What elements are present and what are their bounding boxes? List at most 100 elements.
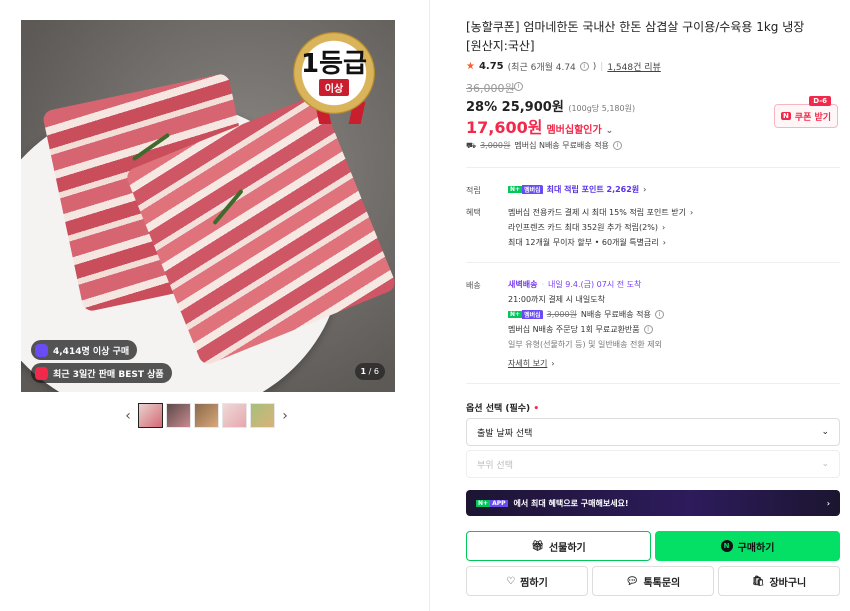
points-text: 최대 적립 포인트 2,262원 xyxy=(546,185,640,194)
option-label-text: 옵션 선택 (필수) xyxy=(466,404,531,414)
review-count-link[interactable]: 1,548건 리뷰 xyxy=(607,60,660,73)
divider xyxy=(466,167,840,168)
chat-bubble-icon: 💬︎ xyxy=(625,575,639,587)
coupon-dday: D-6 xyxy=(809,96,831,106)
wish-button[interactable]: ♡ 찜하기 xyxy=(466,566,588,596)
date-select-text: 출발 날짜 선택 xyxy=(477,428,533,439)
part-select-text: 부위 선택 xyxy=(477,460,513,471)
required-mark: • xyxy=(533,404,540,414)
free-ship-strike: 3,000원 xyxy=(546,310,577,319)
benefit-line-3[interactable]: 최대 12개월 무이자 할부 • 60개월 특별금리 › xyxy=(508,237,666,248)
buy-label: 구매하기 xyxy=(737,542,775,554)
sale-price-row: 28% 25,900원 (100g당 5,180원) xyxy=(466,96,635,115)
thumbnail-5[interactable] xyxy=(250,403,275,428)
product-title: [농할쿠폰] 엄마네한돈 국내산 한돈 삼겹살 구이용/수육용 1kg 냉장 [… xyxy=(466,20,805,53)
gift-label: 선물하기 xyxy=(548,542,586,554)
date-select[interactable]: 출발 날짜 선택 ⌄ xyxy=(466,418,840,446)
shipping-row: ⛟ 3,000원 멤버십 N배송 무료배송 적용 i xyxy=(466,140,622,151)
divider: | xyxy=(600,61,604,72)
fresh-delivery-eta: 내일 9.4.(금) 07시 전 도착 xyxy=(548,280,642,289)
product-main-image[interactable]: 1등급 이상 4,414명 이상 구매 최근 3일간 판매 BEST 상품 1 … xyxy=(21,20,395,392)
wish-label: 찜하기 xyxy=(520,577,548,589)
star-icon: ★ xyxy=(466,61,475,72)
points-line[interactable]: N+ 멤버십 최대 적립 포인트 2,262원 › xyxy=(508,184,646,195)
exchange-line: 멤버십 N배송 주문당 1회 무료교환반품 i xyxy=(508,324,653,335)
thumbnail-3[interactable] xyxy=(194,403,219,428)
pager-current: 1 xyxy=(360,367,367,376)
sale-price: 25,900원 xyxy=(501,100,564,115)
chevron-down-icon: ⌄ xyxy=(821,427,829,437)
coupon-label: 쿠폰 받기 xyxy=(794,112,832,123)
gift-icon: 🎁︎ xyxy=(531,540,544,552)
best-chip-text: 최근 3일간 판매 BEST 상품 xyxy=(53,369,164,380)
exchange-info-icon[interactable]: i xyxy=(643,325,653,334)
free-ship-info-icon[interactable]: i xyxy=(654,310,664,319)
info-icon[interactable]: i xyxy=(579,62,589,71)
free-ship-line: N+ 멤버십 3,000원 N배송 무료배송 적용 i xyxy=(508,309,664,320)
thumbnail-1[interactable] xyxy=(138,403,163,428)
talk-button[interactable]: 💬︎ 톡톡문의 xyxy=(592,566,714,596)
member-price: 17,600원 xyxy=(466,118,543,137)
chevron-down-icon: ⌄ xyxy=(821,459,829,469)
membership-pill-icon: N+ 멤버십 xyxy=(508,310,543,319)
rating-score: 4.75 xyxy=(478,61,504,72)
chevron-right-icon: › xyxy=(551,359,555,368)
thumbnail-2[interactable] xyxy=(166,403,191,428)
heart-icon: ♡ xyxy=(506,575,516,587)
option-label: 옵션 선택 (필수) • xyxy=(466,401,539,414)
rating-row: ★ 4.75 (최근 6개월 4.74 i) | 1,548건 리뷰 xyxy=(466,60,661,73)
delivery-note: 일부 유형(선물하기 등) 및 일반배송 전환 제외 xyxy=(508,340,662,349)
part-select[interactable]: 부위 선택 ⌄ xyxy=(466,450,840,478)
truck-icon: ⛟ xyxy=(466,140,477,150)
cart-icon: 🛍︎ xyxy=(751,575,765,587)
app-banner-text: 에서 최대 혜택으로 구매해보세요! xyxy=(513,498,629,508)
benefit-line-2[interactable]: 라인프렌즈 카드 최대 352원 추가 적립(2%) › xyxy=(508,222,665,233)
best-icon xyxy=(35,366,48,380)
chevron-right-icon: › xyxy=(643,185,647,194)
naver-app-icon: N+ APP xyxy=(476,499,508,507)
original-price: 36,000원 xyxy=(466,80,515,96)
more-link[interactable]: 자세히 보기 › xyxy=(508,358,555,369)
prev-arrow-icon[interactable]: ‹ xyxy=(121,408,135,424)
delivery-label: 배송 xyxy=(466,281,481,290)
best-chip: 최근 3일간 판매 BEST 상품 xyxy=(31,363,172,383)
grade-badge-bottom: 이상 xyxy=(318,78,350,96)
rating-recent: (최근 6개월 4.74 xyxy=(507,63,576,73)
membership-pill-icon: N+ 멤버십 xyxy=(508,185,543,194)
original-price-value: 36,000원 xyxy=(466,82,515,95)
cart-button[interactable]: 🛍︎ 장바구니 xyxy=(718,566,840,596)
chevron-right-icon: › xyxy=(689,208,694,217)
benefit-text-3: 최대 12개월 무이자 할부 • 60개월 특별금리 xyxy=(508,238,659,247)
benefit-text-1: 멤버십 전용카드 결제 시 최대 15% 적립 포인트 받기 xyxy=(508,208,686,217)
naver-n-icon: N xyxy=(780,112,791,120)
cutoff-line: 21:00까지 결제 시 내일도착 xyxy=(508,294,605,305)
member-price-label: 멤버십할인가 xyxy=(546,125,602,136)
shipping-info-icon[interactable]: i xyxy=(612,141,622,150)
benefit-line-1[interactable]: 멤버십 전용카드 결제 시 최대 15% 적립 포인트 받기 › xyxy=(508,207,693,218)
buyers-chip: 4,414명 이상 구매 xyxy=(31,340,138,360)
benefit-label: 혜택 xyxy=(466,208,481,217)
thumbnail-4[interactable] xyxy=(222,403,247,428)
next-arrow-icon[interactable]: › xyxy=(278,408,292,424)
divider xyxy=(466,262,840,263)
gallery-panel: 1등급 이상 4,414명 이상 구매 최근 3일간 판매 BEST 상품 1 … xyxy=(0,0,430,611)
chevron-right-icon: › xyxy=(661,223,666,232)
coupon-button[interactable]: D-6 N 쿠폰 받기 xyxy=(774,96,838,128)
free-ship-text: N배송 무료배송 적용 xyxy=(580,310,651,319)
shipping-text: 멤버십 N배송 무료배송 적용 xyxy=(514,141,609,150)
grade-badge: 1등급 이상 xyxy=(293,32,375,114)
app-banner[interactable]: N+ APP 에서 최대 혜택으로 구매해보세요! › xyxy=(466,490,840,516)
naver-pay-icon: N xyxy=(720,540,733,552)
member-price-row[interactable]: 17,600원 멤버십할인가 ⌄ xyxy=(466,114,613,138)
divider xyxy=(466,383,840,384)
buy-button[interactable]: N 구매하기 xyxy=(655,531,840,561)
pager-total: / 6 xyxy=(368,367,379,376)
shipping-strike: 3,000원 xyxy=(480,141,511,150)
delivery-note-line: 일부 유형(선물하기 등) 및 일반배송 전환 제외 xyxy=(508,339,662,350)
grade-badge-top: 1등급 xyxy=(301,48,367,79)
chevron-right-icon: › xyxy=(826,498,830,508)
gift-button[interactable]: 🎁︎ 선물하기 xyxy=(466,531,651,561)
more-link-text: 자세히 보기 xyxy=(508,359,548,368)
price-info-icon[interactable]: i xyxy=(514,82,523,91)
image-pager: 1 / 6 xyxy=(354,363,385,380)
